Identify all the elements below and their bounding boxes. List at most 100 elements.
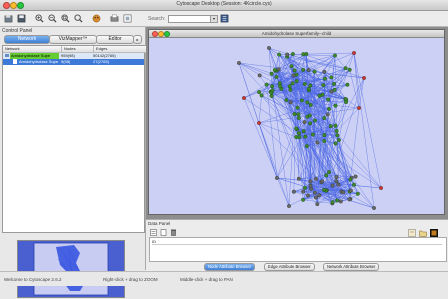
graph-node[interactable] — [335, 129, 339, 133]
graph-node[interactable] — [344, 66, 348, 70]
graph-node[interactable] — [335, 199, 339, 203]
graph-node[interactable] — [379, 186, 383, 190]
graph-node[interactable] — [301, 68, 305, 72]
graph-node[interactable] — [270, 94, 274, 98]
graph-node[interactable] — [337, 183, 341, 187]
graph-node[interactable] — [307, 68, 311, 72]
zoom-selected-icon[interactable] — [61, 14, 70, 23]
graph-node[interactable] — [291, 82, 295, 86]
graph-node[interactable] — [316, 141, 320, 145]
new-attribute-icon[interactable] — [160, 229, 167, 236]
graph-node[interactable] — [344, 100, 348, 104]
graph-node[interactable] — [332, 82, 336, 86]
graph-node[interactable] — [349, 178, 353, 182]
graph-node[interactable] — [277, 67, 281, 71]
graph-node[interactable] — [323, 133, 327, 137]
graph-node[interactable] — [362, 76, 366, 80]
column-nodes-header[interactable]: Nodes — [61, 46, 94, 53]
graph-node[interactable] — [257, 121, 261, 125]
graph-node[interactable] — [271, 89, 275, 93]
graph-node[interactable] — [301, 198, 305, 202]
zoom-in-icon[interactable] — [35, 14, 44, 23]
network-view-window[interactable]: Amidohydrolase Superfamily--child — [148, 29, 445, 215]
graph-node[interactable] — [297, 116, 301, 120]
filter-icon[interactable] — [220, 14, 229, 23]
graph-node[interactable] — [297, 177, 301, 181]
graph-node[interactable] — [356, 192, 360, 196]
graph-node[interactable] — [308, 122, 312, 126]
graph-node[interactable] — [237, 61, 241, 65]
tab-node-attribute-browser[interactable]: Node Attribute Browser — [204, 263, 255, 271]
tab-network[interactable]: Network — [4, 35, 50, 44]
graph-node[interactable] — [307, 87, 311, 91]
attribute-table[interactable]: ID — [149, 237, 447, 262]
graph-node[interactable] — [275, 75, 279, 79]
graph-node[interactable] — [302, 52, 306, 56]
graph-node[interactable] — [285, 53, 289, 57]
graph-node[interactable] — [323, 116, 327, 120]
graph-node[interactable] — [309, 84, 313, 88]
function-builder-icon[interactable] — [430, 229, 438, 237]
tab-vizmapper[interactable]: VizMapper™ — [49, 35, 97, 44]
graph-node[interactable] — [260, 94, 264, 98]
graph-node[interactable] — [292, 74, 296, 78]
graph-node[interactable] — [287, 204, 291, 208]
graph-node[interactable] — [293, 112, 297, 116]
graph-node[interactable] — [296, 106, 300, 110]
graph-node[interactable] — [304, 135, 308, 139]
graph-node[interactable] — [329, 124, 333, 128]
open-folder-icon[interactable] — [419, 229, 427, 237]
graph-node[interactable] — [297, 113, 301, 117]
graph-node[interactable] — [321, 180, 325, 184]
graph-node[interactable] — [313, 191, 317, 195]
graph-node[interactable] — [335, 180, 339, 184]
graph-node[interactable] — [265, 83, 269, 87]
graph-node[interactable] — [354, 175, 358, 179]
graph-node[interactable] — [291, 52, 295, 56]
graph-node[interactable] — [348, 68, 352, 72]
graph-node[interactable] — [278, 84, 282, 88]
tab-editor[interactable]: Editor — [96, 35, 134, 44]
graph-node[interactable] — [357, 106, 361, 110]
graph-node[interactable] — [295, 79, 299, 83]
graph-node[interactable] — [333, 88, 337, 92]
graph-node[interactable] — [314, 177, 318, 181]
graph-node[interactable] — [297, 131, 301, 135]
show-all-icon[interactable] — [92, 14, 101, 23]
graph-node[interactable] — [309, 180, 313, 184]
new-window-icon[interactable] — [123, 14, 132, 23]
graph-node[interactable] — [334, 104, 338, 108]
graph-node[interactable] — [305, 144, 309, 148]
graph-node[interactable] — [318, 193, 322, 197]
graph-node[interactable] — [311, 133, 315, 137]
graph-node[interactable] — [313, 70, 317, 74]
graph-node[interactable] — [288, 85, 292, 89]
graph-node[interactable] — [326, 113, 330, 117]
graph-node[interactable] — [323, 70, 327, 74]
graph-node[interactable] — [267, 46, 271, 50]
graph-node[interactable] — [331, 200, 335, 204]
graph-node[interactable] — [346, 83, 350, 87]
graph-node[interactable] — [306, 194, 310, 198]
search-input[interactable] — [168, 15, 212, 23]
graph-node[interactable] — [289, 88, 293, 92]
graph-node[interactable] — [289, 101, 293, 105]
attribute-select-icon[interactable] — [150, 229, 157, 236]
open-session-icon[interactable] — [4, 14, 13, 23]
graph-node[interactable] — [313, 119, 317, 123]
graph-node[interactable] — [270, 72, 274, 76]
graph-node[interactable] — [323, 77, 327, 81]
graph-node[interactable] — [352, 51, 356, 55]
graph-node[interactable] — [335, 175, 339, 179]
graph-node[interactable] — [290, 64, 294, 68]
graph-node[interactable] — [308, 114, 312, 118]
graph-node[interactable] — [341, 191, 345, 195]
graph-node[interactable] — [306, 101, 310, 105]
search-dropdown-button[interactable]: ▾ — [210, 15, 218, 23]
graph-node[interactable] — [334, 142, 338, 146]
graph-node[interactable] — [301, 190, 305, 194]
graph-node[interactable] — [316, 202, 320, 206]
column-edges-header[interactable]: Edges — [93, 46, 147, 53]
zoom-fit-icon[interactable] — [74, 14, 83, 23]
graph-node[interactable] — [330, 76, 334, 80]
